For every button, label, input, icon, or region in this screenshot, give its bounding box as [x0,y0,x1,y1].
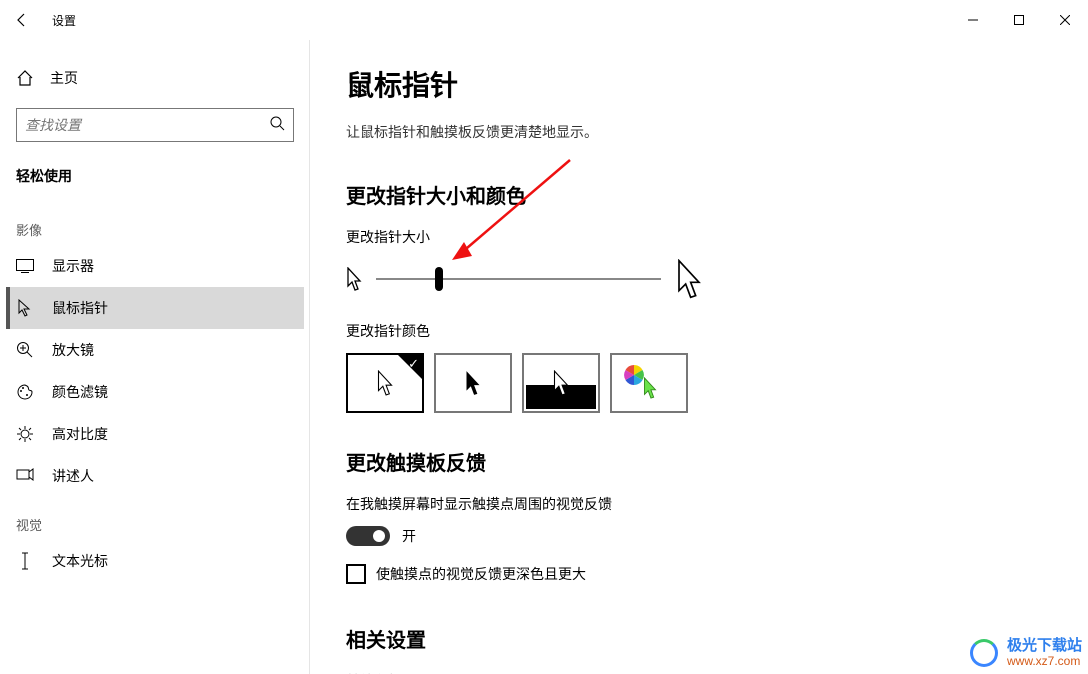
sidebar-group-vision: 影像 [6,212,304,245]
toggle-label: 开 [402,526,416,546]
sidebar-item-mouse-pointer[interactable]: 鼠标指针 [6,287,304,329]
narrator-icon [16,467,34,485]
pointer-size-slider-row [346,259,1048,299]
sidebar-home[interactable]: 主页 [6,60,304,96]
watermark-logo [967,636,1001,670]
arrow-left-icon [14,12,30,28]
toggle-knob [373,530,385,542]
section-related-head: 相关设置 [346,624,1048,653]
sidebar-item-color-filter[interactable]: 颜色滤镜 [6,371,304,413]
touch-feedback-desc: 在我触摸屏幕时显示触摸点周围的视觉反馈 [346,494,1048,514]
sidebar-item-label: 放大镜 [52,340,94,360]
sidebar-item-display[interactable]: 显示器 [6,245,304,287]
pointer-color-black[interactable] [434,353,512,413]
custom-cursor-icon [642,377,658,399]
page-subtitle: 让鼠标指针和触摸板反馈更清楚地显示。 [346,122,1048,142]
search-box[interactable] [16,108,294,142]
titlebar: 设置 [0,0,1088,40]
pointer-color-inverted[interactable] [522,353,600,413]
maximize-icon [1014,15,1024,25]
watermark-cn: 极光下载站 [1007,637,1082,654]
back-button[interactable] [0,0,44,40]
sidebar-item-text-cursor[interactable]: 文本光标 [6,540,304,582]
close-button[interactable] [1042,0,1088,40]
small-cursor-icon [346,267,362,291]
search-icon [269,115,285,136]
pointer-color-options: ✓ [346,353,1048,413]
checkbox[interactable] [346,564,366,584]
pointer-size-label: 更改指针大小 [346,227,1048,247]
close-icon [1060,15,1070,25]
contrast-icon [16,425,34,443]
pointer-color-white[interactable]: ✓ [346,353,424,413]
checkbox-label: 使触摸点的视觉反馈更深色且更大 [376,564,586,584]
sidebar-divider [309,40,310,674]
window-controls [950,0,1088,40]
window-title: 设置 [52,12,76,29]
content: 鼠标指针 让鼠标指针和触摸板反馈更清楚地显示。 更改指针大小和颜色 更改指针大小… [310,40,1088,674]
watermark-text: 极光下载站 www.xz7.com [1007,637,1082,668]
sidebar-item-label: 颜色滤镜 [52,382,108,402]
sidebar-item-label: 鼠标指针 [52,298,108,318]
palette-icon [16,383,34,401]
page-title: 鼠标指针 [346,64,1048,104]
touch-feedback-toggle-row: 开 [346,526,1048,546]
sidebar-item-label: 讲述人 [52,466,94,486]
watermark-url: www.xz7.com [1007,655,1082,669]
check-icon: ✓ [408,356,419,372]
section-touch-head: 更改触摸板反馈 [346,447,1048,476]
sidebar-item-narrator[interactable]: 讲述人 [6,455,304,497]
sidebar: 主页 轻松使用 影像 显示器 鼠标指针 放大镜 颜色滤镜 [0,40,310,674]
maximize-button[interactable] [996,0,1042,40]
sidebar-item-magnifier[interactable]: 放大镜 [6,329,304,371]
pointer-color-label: 更改指针颜色 [346,321,1048,341]
minimize-icon [968,15,978,25]
mouse-pointer-icon [16,299,34,317]
sidebar-home-label: 主页 [50,68,78,88]
titlebar-left: 设置 [0,0,76,40]
magnifier-icon [16,341,34,359]
sidebar-group-visual: 视觉 [6,507,304,540]
pointer-size-slider[interactable] [376,267,661,291]
sidebar-item-label: 高对比度 [52,424,108,444]
home-icon [16,69,34,87]
search-input[interactable] [25,117,269,133]
text-cursor-icon [16,552,34,570]
section-size-color-head: 更改指针大小和颜色 [346,180,1048,209]
slider-thumb[interactable] [435,267,443,291]
sidebar-item-high-contrast[interactable]: 高对比度 [6,413,304,455]
dark-large-feedback-row[interactable]: 使触摸点的视觉反馈更深色且更大 [346,564,1048,584]
minimize-button[interactable] [950,0,996,40]
sidebar-category: 轻松使用 [6,160,304,202]
display-icon [16,257,34,275]
watermark: 极光下载站 www.xz7.com [967,636,1082,670]
sidebar-item-label: 显示器 [52,256,94,276]
pointer-color-custom[interactable] [610,353,688,413]
slider-track [376,278,661,280]
touch-feedback-toggle[interactable] [346,526,390,546]
sidebar-item-label: 文本光标 [52,551,108,571]
large-cursor-icon [675,259,703,299]
